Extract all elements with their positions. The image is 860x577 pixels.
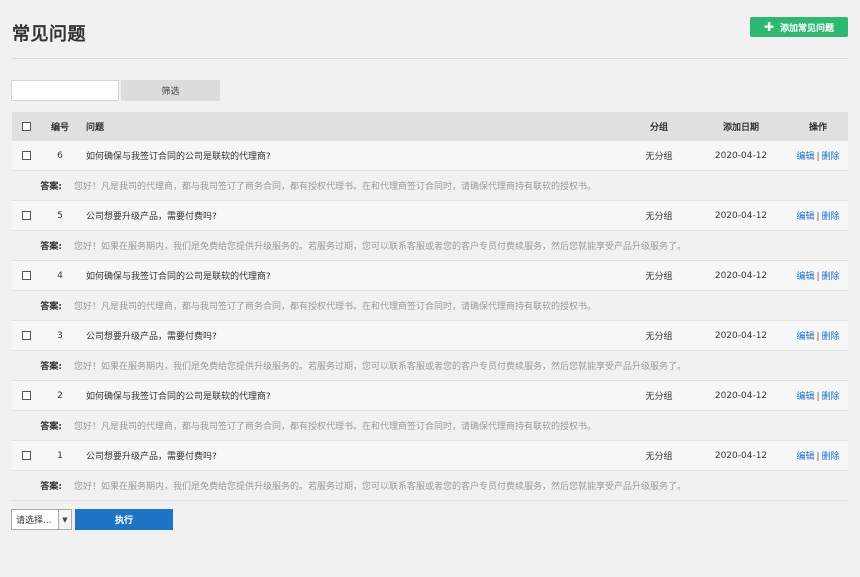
filter-input[interactable]	[11, 80, 119, 101]
row-actions: 编辑 | 删除	[788, 389, 848, 402]
select-all-checkbox[interactable]	[21, 122, 31, 131]
table-row: 4 如何确保与我签订合同的公司是联软的代理商? 无分组 2020-04-12 编辑 | 删除	[12, 261, 848, 291]
row-date: 2020-04-12	[714, 270, 768, 281]
row-checkbox[interactable]	[21, 211, 31, 220]
delete-link[interactable]: 删除	[822, 152, 840, 162]
table-row: 2 如何确保与我签订合同的公司是联软的代理商? 无分组 2020-04-12 编辑 | 删除	[12, 381, 848, 411]
row-question: 如何确保与我签订合同的公司是联软的代理商?	[86, 392, 271, 402]
answer-row: 答案: 您好！如果在服务期内，我们是免费给您提供升级服务的。若服务过期，您可以联系…	[12, 471, 848, 501]
edit-link[interactable]: 编辑	[796, 332, 814, 342]
answer-row: 答案: 您好！如果在服务期内，我们是免费给您提供升级服务的。若服务过期，您可以联系…	[12, 231, 848, 261]
delete-link[interactable]: 删除	[822, 212, 840, 222]
action-separator: |	[816, 212, 820, 222]
answer-label: 答案:	[40, 242, 62, 252]
table-row: 3 公司想要升级产品，需要付费吗? 无分组 2020-04-12 编辑 | 删除	[12, 321, 848, 351]
row-id: 3	[57, 330, 63, 341]
row-actions: 编辑 | 删除	[788, 269, 848, 282]
row-id: 4	[57, 270, 63, 281]
header-divider	[12, 58, 848, 59]
answer-row: 答案: 您好！如果在服务期内，我们是免费给您提供升级服务的。若服务过期，您可以联系…	[12, 351, 848, 381]
answer-text: 您好！如果在服务期内，我们是免费给您提供升级服务的。若服务过期，您可以联系客服或…	[74, 242, 687, 252]
answer-row: 答案: 您好！凡是我司的代理商，都与我司签订了商务合同，都有授权代理书。在和代理商…	[12, 291, 848, 321]
action-separator: |	[816, 272, 820, 282]
row-category: 无分组	[645, 152, 673, 162]
answer-label: 答案:	[40, 182, 62, 192]
row-id: 6	[57, 150, 63, 161]
table-body: 6 如何确保与我签订合同的公司是联软的代理商? 无分组 2020-04-12 编辑 | 删除…	[12, 141, 848, 501]
row-id: 2	[57, 390, 63, 401]
answer-text: 您好！凡是我司的代理商，都与我司签订了商务合同，都有授权代理书。在和代理商签订合…	[74, 182, 597, 192]
delete-link[interactable]: 删除	[822, 392, 840, 402]
row-id: 1	[57, 450, 63, 461]
row-date: 2020-04-12	[714, 330, 768, 341]
row-actions: 编辑 | 删除	[788, 329, 848, 342]
delete-link[interactable]: 删除	[822, 272, 840, 282]
answer-row: 答案: 您好！凡是我司的代理商，都与我司签订了商务合同，都有授权代理书。在和代理商…	[12, 411, 848, 441]
faq-table: 编号 问题 分组 添加日期 操作 6 如何确保与我签订合同的公司是联软的代理商? 无…	[12, 112, 848, 501]
row-category: 无分组	[645, 272, 673, 282]
row-question: 公司想要升级产品，需要付费吗?	[86, 332, 217, 342]
action-separator: |	[816, 452, 820, 462]
row-date: 2020-04-12	[714, 210, 768, 221]
row-question: 如何确保与我签订合同的公司是联软的代理商?	[86, 272, 271, 282]
header-id: 编号	[50, 123, 69, 133]
answer-label: 答案:	[40, 362, 62, 372]
action-separator: |	[816, 392, 820, 402]
row-checkbox[interactable]	[21, 331, 31, 340]
answer-label: 答案:	[40, 422, 62, 432]
row-category: 无分组	[645, 332, 673, 342]
header-question: 问题	[86, 123, 105, 133]
edit-link[interactable]: 编辑	[796, 212, 814, 222]
row-date: 2020-04-12	[714, 150, 768, 161]
answer-text: 您好！如果在服务期内，我们是免费给您提供升级服务的。若服务过期，您可以联系客服或…	[74, 362, 687, 372]
answer-text: 您好！凡是我司的代理商，都与我司签订了商务合同，都有授权代理书。在和代理商签订合…	[74, 422, 597, 432]
execute-button[interactable]: 执行	[75, 509, 173, 530]
row-question: 公司想要升级产品，需要付费吗?	[86, 452, 217, 462]
row-question: 公司想要升级产品，需要付费吗?	[86, 212, 217, 222]
table-row: 1 公司想要升级产品，需要付费吗? 无分组 2020-04-12 编辑 | 删除	[12, 441, 848, 471]
answer-label: 答案:	[40, 482, 62, 492]
edit-link[interactable]: 编辑	[796, 452, 814, 462]
edit-link[interactable]: 编辑	[796, 272, 814, 282]
filter-button[interactable]: 筛选	[121, 80, 220, 101]
row-category: 无分组	[645, 392, 673, 402]
action-separator: |	[816, 332, 820, 342]
row-actions: 编辑 | 删除	[788, 209, 848, 222]
header-category: 分组	[649, 123, 668, 133]
add-faq-label: 添加常见问题	[780, 23, 835, 34]
row-category: 无分组	[645, 212, 673, 222]
row-checkbox[interactable]	[21, 271, 31, 280]
edit-link[interactable]: 编辑	[796, 392, 814, 402]
chevron-down-icon: ▼	[58, 510, 71, 529]
row-checkbox[interactable]	[21, 151, 31, 160]
bulk-action-select[interactable]: 请选择... ▼	[11, 509, 72, 530]
add-faq-button[interactable]: ✚ 添加常见问题	[750, 17, 848, 37]
header-date: 添加日期	[722, 123, 759, 133]
table-header: 编号 问题 分组 添加日期 操作	[12, 112, 848, 141]
page-title: 常见问题	[12, 24, 86, 45]
table-row: 5 公司想要升级产品，需要付费吗? 无分组 2020-04-12 编辑 | 删除	[12, 201, 848, 231]
action-separator: |	[816, 152, 820, 162]
row-checkbox[interactable]	[21, 451, 31, 460]
row-checkbox[interactable]	[21, 391, 31, 400]
answer-text: 您好！如果在服务期内，我们是免费给您提供升级服务的。若服务过期，您可以联系客服或…	[74, 482, 687, 492]
edit-link[interactable]: 编辑	[796, 152, 814, 162]
answer-text: 您好！凡是我司的代理商，都与我司签订了商务合同，都有授权代理书。在和代理商签订合…	[74, 302, 597, 312]
header-actions: 操作	[808, 123, 827, 133]
answer-row: 答案: 您好！凡是我司的代理商，都与我司签订了商务合同，都有授权代理书。在和代理商…	[12, 171, 848, 201]
row-actions: 编辑 | 删除	[788, 149, 848, 162]
row-category: 无分组	[645, 452, 673, 462]
row-date: 2020-04-12	[714, 450, 768, 461]
row-question: 如何确保与我签订合同的公司是联软的代理商?	[86, 152, 271, 162]
answer-label: 答案:	[40, 302, 62, 312]
row-actions: 编辑 | 删除	[788, 449, 848, 462]
row-id: 5	[57, 210, 63, 221]
delete-link[interactable]: 删除	[822, 332, 840, 342]
row-date: 2020-04-12	[714, 390, 768, 401]
plus-icon: ✚	[763, 20, 775, 34]
bulk-action-value: 请选择...	[16, 516, 52, 526]
table-row: 6 如何确保与我签订合同的公司是联软的代理商? 无分组 2020-04-12 编辑 | 删除	[12, 141, 848, 171]
delete-link[interactable]: 删除	[822, 452, 840, 462]
